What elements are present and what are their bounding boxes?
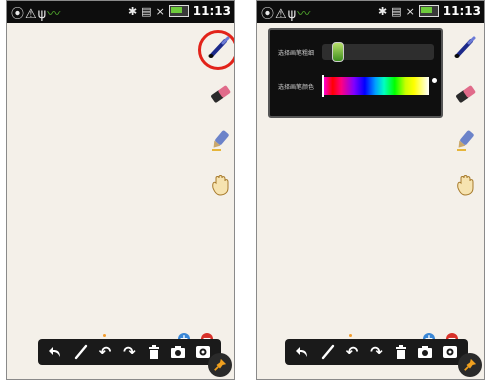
status-bar: ⦿⚠ψ〰 ✱ ▤ × 11:13	[257, 1, 484, 23]
brush-tool-button[interactable]	[205, 34, 233, 62]
eraser-icon	[211, 85, 231, 103]
pin-button[interactable]	[208, 353, 232, 377]
usb-icon: ψ	[37, 7, 48, 22]
battery-icon	[168, 5, 189, 17]
trash-icon	[148, 345, 159, 359]
brush-color-slider[interactable]	[322, 75, 429, 97]
signal-icon: ▤	[141, 4, 152, 18]
marker-tool-button[interactable]	[451, 126, 479, 154]
hand-icon	[457, 175, 474, 196]
trash-icon	[395, 345, 406, 359]
hand-tool-button[interactable]	[451, 171, 479, 199]
pin-button[interactable]	[458, 353, 482, 377]
leaf-icon: 〰	[47, 7, 62, 22]
battery-icon	[418, 5, 439, 17]
back-button[interactable]	[46, 342, 66, 362]
save-icon	[442, 346, 457, 358]
bluetooth-icon: ✱	[127, 4, 138, 18]
color-preview-dot	[432, 78, 437, 83]
no-signal-icon: ×	[155, 4, 165, 18]
status-time: 11:13	[192, 4, 231, 18]
undo-button[interactable]: ↶	[95, 342, 115, 362]
brush-size-label: 选择画笔粗细	[278, 50, 315, 57]
save-icon	[195, 346, 210, 358]
eraser-tool-button[interactable]	[206, 80, 234, 108]
back-button[interactable]	[293, 342, 313, 362]
no-signal-icon: ×	[405, 4, 415, 18]
warning-icon: ⚠	[25, 7, 38, 22]
camera-button[interactable]	[168, 342, 188, 362]
brush-icon	[208, 36, 230, 58]
brush-icon	[321, 344, 334, 360]
leaf-icon: 〰	[297, 7, 312, 22]
status-right-icons: ✱ ▤ × 11:13	[378, 4, 481, 18]
status-left-icons: ⦿⚠ψ〰	[11, 3, 61, 22]
color-indicator-dot	[103, 334, 106, 337]
back-icon	[49, 347, 61, 357]
delete-button[interactable]	[391, 342, 411, 362]
pen-button[interactable]	[318, 342, 338, 362]
brush-icon	[454, 36, 476, 58]
camera-icon	[171, 346, 186, 358]
eraser-tool-button[interactable]	[451, 80, 479, 108]
alarm-icon: ⦿	[261, 7, 276, 22]
phone-screen-left: ⦿⚠ψ〰 ✱ ▤ × 11:13 ↶ ↷	[6, 0, 235, 380]
redo-button[interactable]: ↷	[366, 342, 386, 362]
bluetooth-icon: ✱	[377, 4, 388, 18]
bottom-toolbar: ↶ ↷	[38, 339, 221, 365]
hand-tool-button[interactable]	[206, 171, 234, 199]
brush-size-slider[interactable]	[322, 42, 434, 62]
status-right-icons: ✱ ▤ × 11:13	[128, 4, 231, 18]
brush-color-handle[interactable]	[322, 75, 324, 97]
status-left-icons: ⦿⚠ψ〰	[261, 3, 311, 22]
brush-settings-popup: 选择画笔粗细 选择画笔颜色	[268, 28, 443, 118]
brush-tool-button[interactable]	[451, 34, 479, 62]
brush-color-label: 选择画笔颜色	[278, 84, 315, 91]
camera-icon	[418, 346, 433, 358]
back-icon	[296, 347, 308, 357]
color-indicator-dot	[349, 334, 352, 337]
redo-button[interactable]: ↷	[119, 342, 139, 362]
status-time: 11:13	[442, 4, 481, 18]
pin-icon	[214, 358, 227, 371]
delete-button[interactable]	[144, 342, 164, 362]
signal-icon: ▤	[391, 4, 402, 18]
brush-icon	[74, 344, 87, 360]
marker-tool-button[interactable]	[206, 126, 234, 154]
save-button[interactable]	[440, 342, 460, 362]
hand-icon	[212, 175, 229, 196]
marker-icon	[457, 130, 474, 151]
usb-icon: ψ	[287, 7, 298, 22]
camera-button[interactable]	[415, 342, 435, 362]
brush-size-handle[interactable]	[332, 42, 344, 62]
pin-icon	[464, 358, 477, 371]
marker-icon	[212, 130, 229, 151]
phone-screen-right: ⦿⚠ψ〰 ✱ ▤ × 11:13 选择画笔粗细 选择画笔颜色 ↶ ↷	[256, 0, 485, 380]
pen-button[interactable]	[71, 342, 91, 362]
bottom-toolbar: ↶ ↷	[285, 339, 468, 365]
undo-button[interactable]: ↶	[342, 342, 362, 362]
status-bar: ⦿⚠ψ〰 ✱ ▤ × 11:13	[7, 1, 234, 23]
eraser-icon	[456, 85, 476, 103]
warning-icon: ⚠	[275, 7, 288, 22]
alarm-icon: ⦿	[11, 7, 26, 22]
